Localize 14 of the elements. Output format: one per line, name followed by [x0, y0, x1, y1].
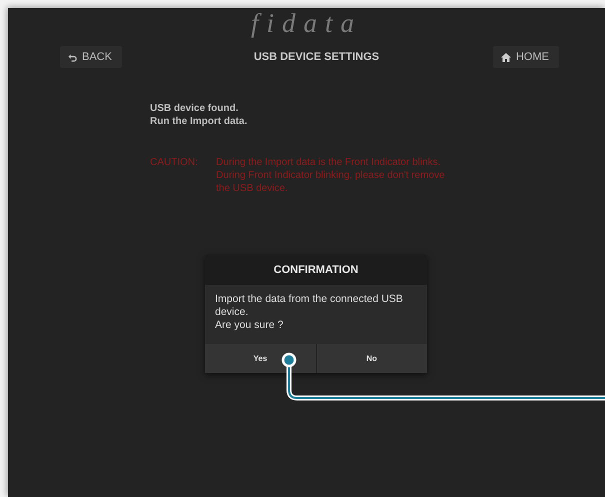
dialog-message: Import the data from the connected USB device. Are you sure ?: [205, 285, 427, 344]
confirm-button[interactable]: Yes: [205, 344, 316, 373]
status-message: USB device found.: [150, 102, 238, 115]
logo: fidata: [250, 8, 362, 40]
back-arrow-icon: [68, 52, 77, 62]
page-title: USB DEVICE SETTINGS: [254, 51, 380, 63]
caution-label: CAUTION:: [150, 156, 199, 170]
cancel-button[interactable]: No: [316, 344, 427, 373]
caution-text: During the Import data is the Front Indicator blinks. During Front Indicator blinking, please don't remove the USB device.: [216, 156, 445, 195]
back-button[interactable]: BACK: [60, 46, 122, 68]
status-message: Run the Import data.: [150, 115, 248, 128]
home-button[interactable]: HOME: [492, 46, 559, 68]
home-icon: [500, 52, 511, 62]
dialog-title: CONFIRMATION: [205, 255, 427, 285]
